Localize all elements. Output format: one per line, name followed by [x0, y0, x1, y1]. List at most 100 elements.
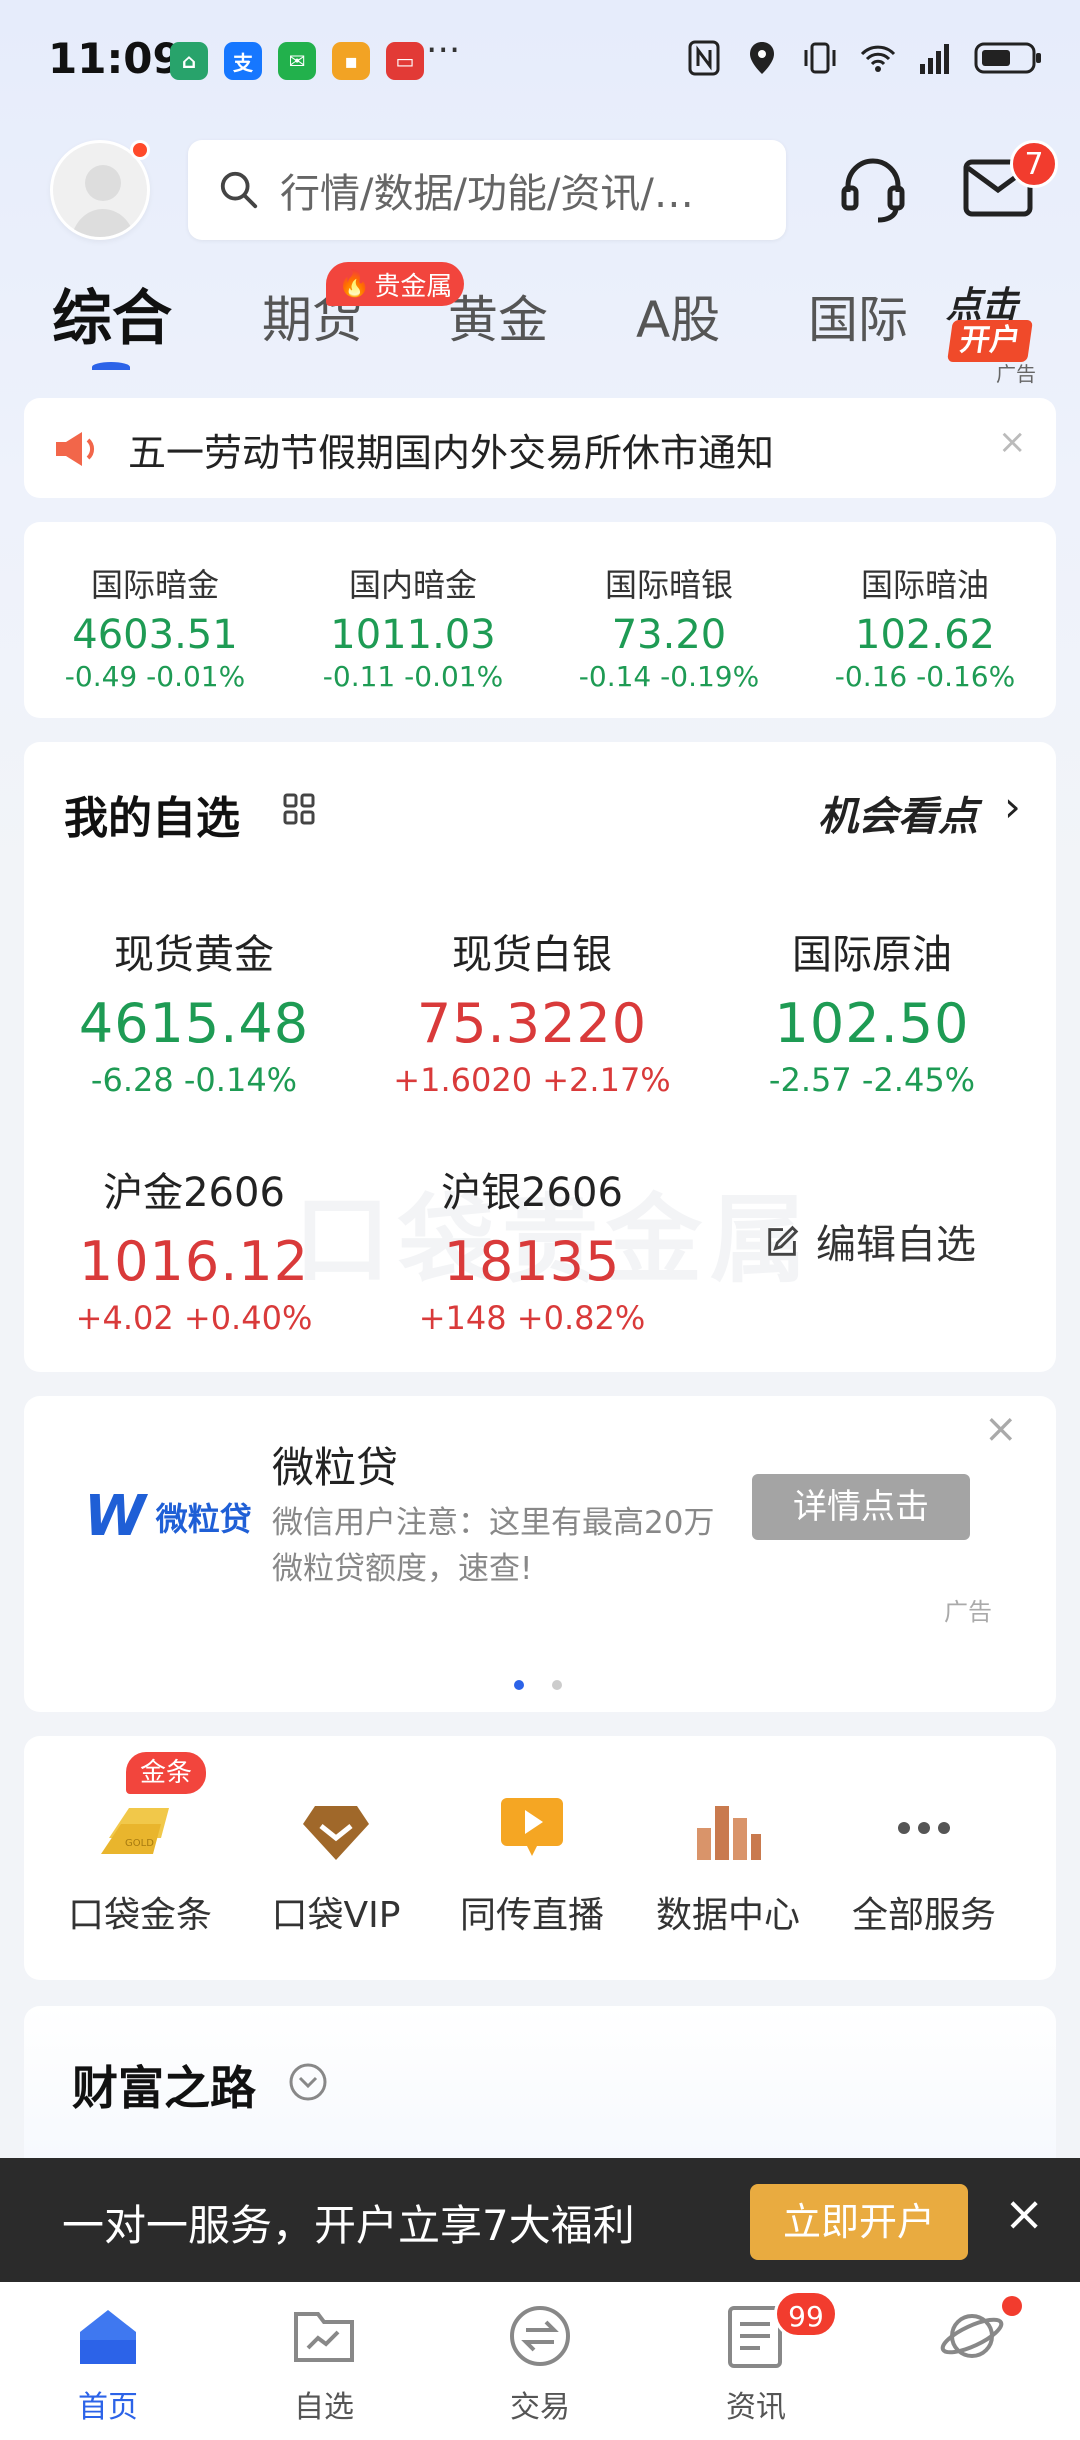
status-app-icons: ⌂ 支 ✉ ▪ ▭ — [170, 42, 424, 80]
ticker-price: 102.62 — [855, 612, 995, 658]
app-tv-icon: ▭ — [386, 42, 424, 80]
news-badge: 99 — [774, 2290, 838, 2338]
ad-card[interactable]: W 微粒贷 微粒贷 微信用户注意：这里有最高20万微粒贷额度，速查! 详情点击 … — [24, 1396, 1056, 1712]
opportunity-link[interactable]: 机会看点 — [818, 784, 978, 842]
ticker-item[interactable]: 国内暗金 1011.03 -0.11 -0.01% — [288, 560, 538, 693]
service-data-center[interactable]: 数据中心 — [628, 1788, 828, 1938]
banner-close-icon[interactable]: × — [1004, 2186, 1044, 2242]
status-more-icon: ··· — [426, 30, 461, 71]
nav-home[interactable]: 首页 — [48, 2300, 168, 2426]
vibrate-icon — [804, 42, 836, 74]
ticker-change: -0.16 -0.16% — [834, 660, 1016, 693]
ad-close-icon[interactable]: × — [984, 1406, 1018, 1452]
watchlist-item[interactable]: 沪银2606 18135 +148 +0.82% — [382, 1160, 682, 1337]
location-icon — [750, 42, 774, 74]
vip-diamond-icon — [303, 1806, 369, 1860]
precious-metals-badge-label: 贵金属 — [374, 271, 453, 302]
ticker-name: 国际暗油 — [860, 566, 989, 604]
nav-label: 自选 — [294, 2390, 354, 2425]
alipay-icon: 支 — [224, 42, 262, 80]
notice-bar[interactable]: 五一劳动节假期国内外交易所休市通知 × — [24, 398, 1056, 498]
watchlist-item-change: +148 +0.82% — [418, 1299, 646, 1337]
watchlist-item-name: 沪金2606 — [103, 1170, 285, 1216]
ticker-price: 4603.51 — [72, 612, 238, 658]
service-all[interactable]: 全部服务 — [824, 1788, 1024, 1938]
weilidai-logo-icon: W — [84, 1484, 146, 1549]
ticker-price: 1011.03 — [330, 612, 496, 658]
live-play-icon — [501, 1798, 563, 1856]
precious-metals-badge: 🔥 贵金属 — [326, 262, 465, 306]
carousel-dot-active — [514, 1680, 524, 1690]
weilidai-logo-text: 微粒贷 — [155, 1499, 252, 1538]
watchlist-item-name: 现货黄金 — [114, 932, 274, 978]
bar-chart-icon — [697, 1806, 761, 1860]
service-live[interactable]: 同传直播 — [432, 1788, 632, 1938]
ad-tab-open-account: 开户 — [947, 320, 1033, 362]
ticker-change: -0.49 -0.01% — [64, 660, 246, 693]
search-input[interactable]: 行情/数据/功能/资讯/… — [188, 140, 786, 240]
app-home-icon: ⌂ — [170, 42, 208, 80]
nav-label: 资讯 — [726, 2390, 786, 2425]
watchlist-item-price: 4615.48 — [78, 992, 310, 1055]
ad-label: 广告 — [944, 1598, 992, 1626]
gold-bar-badge: 金条 — [126, 1752, 207, 1794]
more-dots-icon — [898, 1822, 950, 1834]
tab-comprehensive[interactable]: 综合 — [52, 270, 172, 357]
open-account-button[interactable]: 立即开户 — [750, 2184, 968, 2260]
nav-label: 交易 — [510, 2390, 570, 2425]
mail-badge: 7 — [1010, 140, 1058, 188]
watchlist-item-change: -2.57 -2.45% — [768, 1061, 976, 1099]
chevron-right-icon[interactable]: › — [1004, 782, 1021, 831]
carousel-dot — [552, 1680, 562, 1690]
watchlist-item-name: 现货白银 — [452, 932, 612, 978]
edit-icon — [768, 1225, 799, 1256]
open-account-ad-tab[interactable]: 点击 开户 广告 — [940, 276, 1050, 386]
market-ticker: 国际暗金 4603.51 -0.49 -0.01% 国内暗金 1011.03 -… — [24, 522, 1056, 718]
folder-chart-icon — [294, 2312, 354, 2362]
watchlist-item-change: -6.28 -0.14% — [90, 1061, 298, 1099]
notice-close-icon[interactable]: × — [998, 422, 1027, 462]
watchlist-item[interactable]: 现货黄金 4615.48 -6.28 -0.14% — [44, 922, 344, 1099]
watchlist-item-price: 18135 — [443, 1230, 621, 1293]
watchlist-item[interactable]: 国际原油 102.50 -2.57 -2.45% — [722, 922, 1022, 1099]
signal-icon — [920, 44, 949, 74]
customer-service-icon[interactable] — [836, 152, 910, 226]
watchlist-item[interactable]: 沪金2606 1016.12 +4.02 +0.40% — [44, 1160, 344, 1337]
wealth-title: 财富之路 — [72, 2061, 256, 2115]
status-right-icons — [684, 38, 1044, 78]
wechat-icon: ✉ — [278, 42, 316, 80]
service-label: 口袋金条 — [67, 1895, 212, 1936]
ticker-name: 国内暗金 — [348, 566, 477, 604]
speaker-icon — [56, 432, 95, 466]
service-label: 同传直播 — [459, 1895, 604, 1936]
ad-title: 微粒贷 — [272, 1443, 399, 1492]
edit-watchlist-button[interactable]: 编辑自选 — [764, 1212, 976, 1270]
nfc-icon — [688, 40, 720, 76]
home-icon — [80, 2310, 136, 2364]
nav-trade[interactable]: 交易 — [480, 2300, 600, 2426]
watchlist-item[interactable]: 现货白银 75.3220 +1.6020 +2.17% — [382, 922, 682, 1099]
category-tabs: 综合 期货 黄金 A股 国际 — [0, 270, 1080, 380]
service-vip[interactable]: 口袋VIP — [236, 1788, 436, 1938]
watchlist-item-price: 75.3220 — [416, 992, 648, 1055]
tab-a-shares[interactable]: A股 — [636, 280, 720, 352]
watchlist-item-price: 102.50 — [774, 992, 970, 1055]
grid-icon[interactable] — [282, 792, 316, 826]
ad-tab-caption: 广告 — [996, 362, 1036, 386]
ticker-item[interactable]: 国际暗金 4603.51 -0.49 -0.01% — [30, 560, 280, 693]
watchlist-item-price: 1016.12 — [78, 1230, 310, 1293]
ad-description: 微信用户注意：这里有最高20万微粒贷额度，速查! — [272, 1505, 715, 1587]
service-label: 数据中心 — [655, 1895, 800, 1936]
watchlist-item-change: +4.02 +0.40% — [75, 1299, 313, 1337]
battery-icon — [974, 42, 1041, 74]
tab-gold[interactable]: 黄金 — [448, 280, 548, 352]
ticker-item[interactable]: 国际暗油 102.62 -0.16 -0.16% — [800, 560, 1050, 693]
promo-text: 一对一服务，开户立享7大福利 — [62, 2201, 635, 2250]
service-gold-bar[interactable]: GOLD 口袋金条 — [40, 1788, 240, 1938]
ad-details-button[interactable]: 详情点击 — [752, 1474, 970, 1540]
tab-international[interactable]: 国际 — [808, 280, 908, 352]
chevron-down-icon[interactable] — [288, 2062, 328, 2102]
nav-watchlist[interactable]: 自选 — [264, 2300, 384, 2426]
avatar-notification-dot — [130, 140, 150, 160]
ticker-item[interactable]: 国际暗银 73.20 -0.14 -0.19% — [544, 560, 794, 693]
